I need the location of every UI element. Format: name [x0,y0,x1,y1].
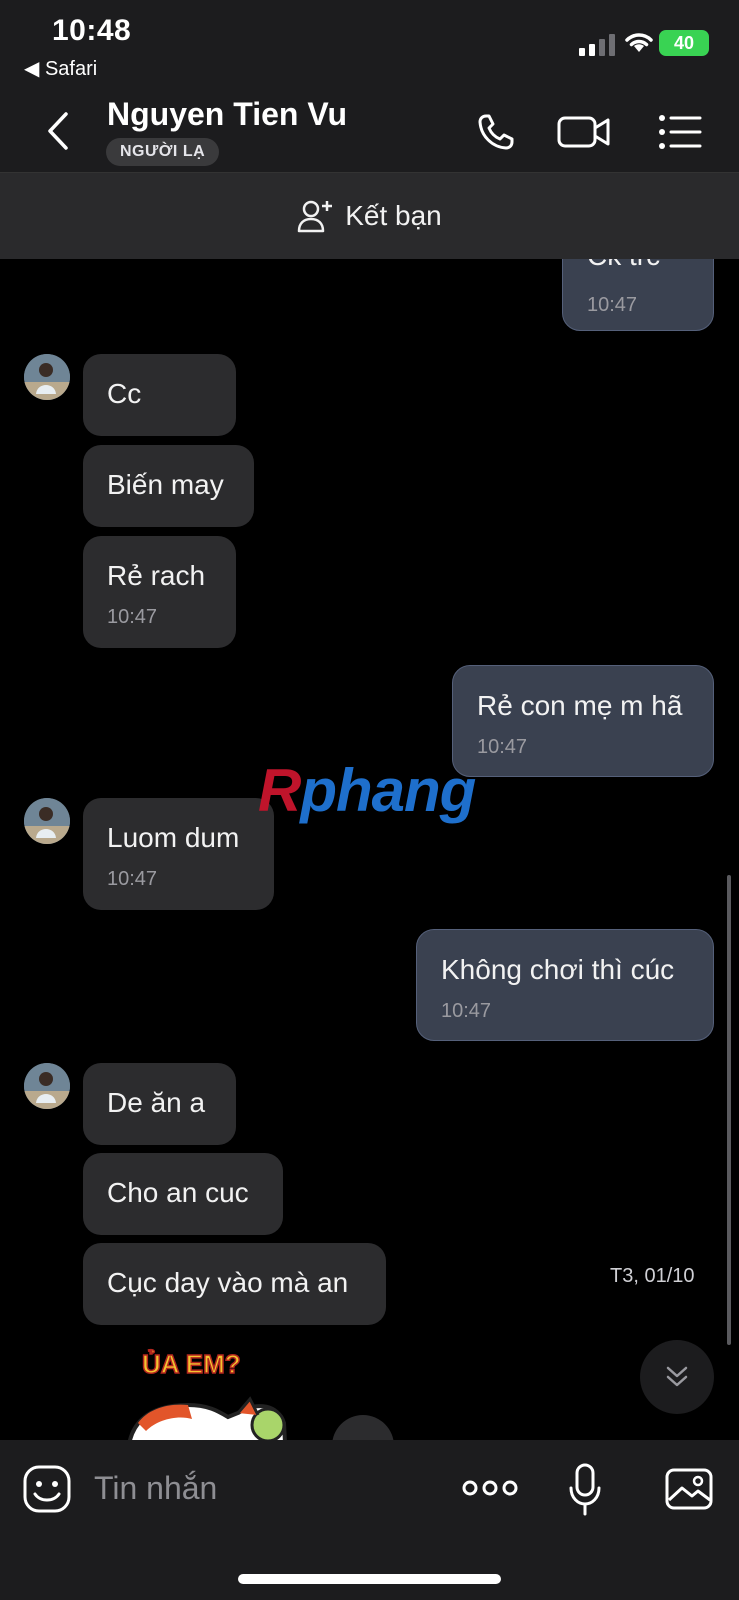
message-bubble-incoming[interactable]: Rẻ rach 10:47 [83,536,236,648]
emoji-icon[interactable] [22,1464,72,1514]
sticker-caption: ỦA EM? [141,1348,241,1380]
message-input-bar: Tin nhắn [0,1440,739,1600]
message-bubble-incoming[interactable]: Cc [83,354,236,436]
microphone-icon[interactable] [568,1462,602,1516]
add-friend-bar[interactable]: Kết bạn [0,173,739,259]
list-icon[interactable] [656,108,704,156]
battery-indicator: 40 [659,30,709,56]
stranger-badge: NGƯỜI LẠ [106,138,220,166]
sticker-reaction-button[interactable] [332,1415,394,1440]
double-chevron-down-icon [666,1366,688,1387]
watermark-logo: Rphang [258,757,476,824]
avatar[interactable] [24,798,70,844]
chat-header: Nguyen Tien Vu NGƯỜI LẠ [0,88,739,173]
avatar[interactable] [24,1063,70,1109]
contact-name[interactable]: Nguyen Tien Vu [107,96,347,133]
scrollbar[interactable] [727,875,731,1345]
add-friend-label: Kết bạn [345,200,442,231]
signal-icon [579,34,615,56]
phone-icon[interactable] [472,108,520,156]
message-bubble-incoming[interactable]: Cho an cuc [83,1153,283,1235]
status-bar: 10:48 ◀ Safari 40 [0,0,739,88]
message-bubble-outgoing[interactable]: Rẻ con mẹ m hã 10:47 [452,665,714,777]
message-bubble-outgoing[interactable]: Không chơi thì cúc 10:47 [416,929,714,1041]
date-separator: T3, 01/10 [610,1265,695,1287]
message-bubble-incoming[interactable]: De ăn a [83,1063,236,1145]
message-bubble-outgoing[interactable]: Ck trc 10:47 [562,259,714,331]
add-user-icon [297,200,333,233]
video-camera-icon[interactable] [556,108,612,156]
more-icon[interactable] [462,1478,518,1498]
message-input[interactable]: Tin nhắn [94,1470,217,1507]
message-bubble-incoming[interactable]: Luom dum 10:47 [83,798,274,910]
wifi-icon [625,33,653,52]
back-to-safari-link[interactable]: ◀ Safari [24,56,97,81]
status-time: 10:48 [52,14,132,47]
home-indicator [238,1574,501,1584]
message-bubble-incoming[interactable]: Biến may [83,445,254,527]
cat-sticker-icon [128,1396,287,1440]
sticker[interactable]: ỦA EM? [118,1348,298,1440]
message-bubble-incoming[interactable]: Cục day vào mà an [83,1243,386,1325]
image-icon[interactable] [664,1464,714,1514]
scroll-to-bottom-button[interactable] [640,1340,714,1414]
chevron-left-icon[interactable] [40,108,76,154]
message-list: Ck trc 10:47 Cc Biến may Rẻ rach 10:47 R… [0,259,739,1440]
avatar[interactable] [24,354,70,400]
